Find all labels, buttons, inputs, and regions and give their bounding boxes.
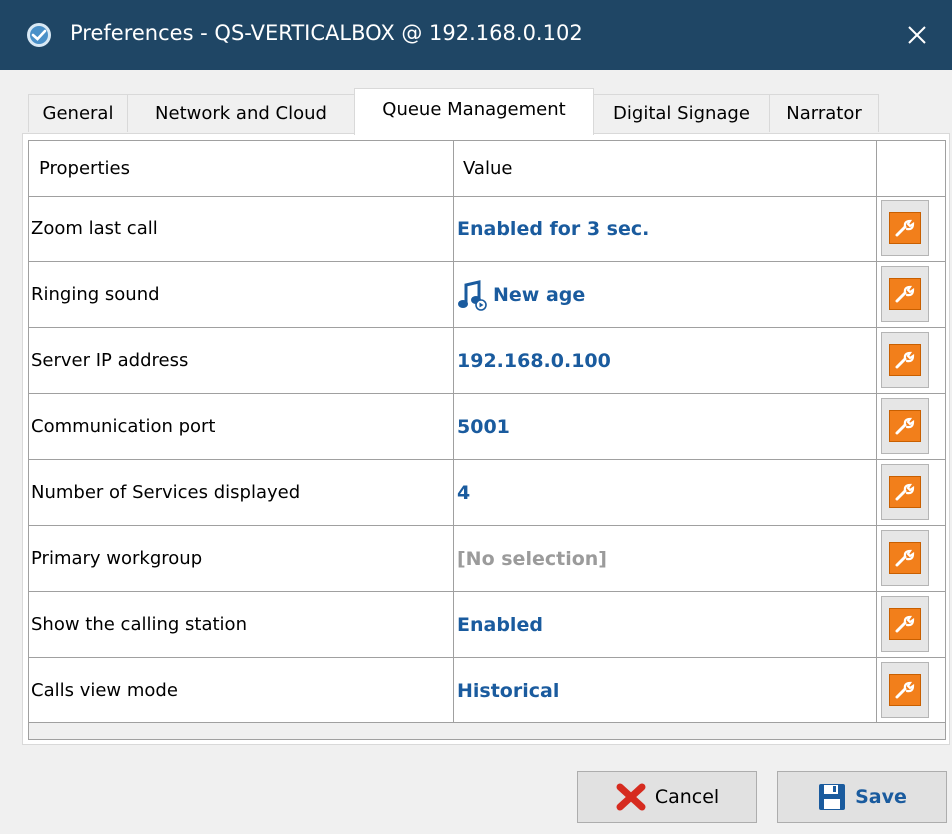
wrench-icon: [895, 219, 915, 237]
edit-button[interactable]: [881, 266, 929, 322]
save-button[interactable]: Save: [777, 771, 947, 823]
property-name: Communication port: [31, 416, 216, 437]
property-name: Show the calling station: [31, 614, 247, 635]
table-row[interactable]: Calls view mode Historical: [29, 658, 945, 724]
property-value: Enabled for 3 sec.: [457, 217, 650, 240]
tab-label: Narrator: [786, 103, 862, 124]
edit-button[interactable]: [881, 200, 929, 256]
tab-digital-signage[interactable]: Digital Signage: [593, 94, 770, 132]
horizontal-scrollbar[interactable]: [29, 722, 945, 739]
tab-narrator[interactable]: Narrator: [769, 94, 879, 132]
close-button[interactable]: [882, 0, 952, 70]
property-value: Historical: [457, 679, 560, 702]
wrench-icon: [895, 483, 915, 501]
edit-button[interactable]: [881, 596, 929, 652]
edit-button[interactable]: [881, 530, 929, 586]
property-grid: Properties Value Zoom last call Enabled …: [28, 140, 946, 740]
wrench-icon: [895, 615, 915, 633]
table-row[interactable]: Zoom last call Enabled for 3 sec.: [29, 196, 945, 262]
property-name: Server IP address: [31, 350, 189, 371]
wrench-icon: [895, 549, 915, 567]
tab-label: Digital Signage: [613, 103, 750, 124]
tab-general[interactable]: General: [28, 94, 128, 132]
window-title: Preferences - QS-VERTICALBOX @ 192.168.0…: [70, 21, 583, 45]
property-name: Zoom last call: [31, 218, 158, 239]
edit-button[interactable]: [881, 332, 929, 388]
close-icon: [908, 26, 926, 44]
wrench-icon: [895, 351, 915, 369]
table-row[interactable]: Number of Services displayed 4: [29, 460, 945, 526]
properties-column-header: Properties: [39, 158, 130, 179]
window-left-border: [0, 70, 10, 834]
music-note-icon: [458, 279, 487, 311]
property-name: Calls view mode: [31, 680, 178, 701]
property-name: Ringing sound: [31, 284, 160, 305]
floppy-disk-icon: [819, 784, 846, 810]
edit-button[interactable]: [881, 398, 929, 454]
wrench-icon: [895, 285, 915, 303]
value-column-header: Value: [463, 158, 513, 179]
property-name: Number of Services displayed: [31, 482, 301, 503]
property-value: 5001: [457, 415, 510, 438]
grid-header: Properties Value: [29, 141, 945, 197]
wrench-icon: [895, 681, 915, 699]
property-value: Enabled: [457, 613, 543, 636]
red-x-icon: [616, 783, 646, 811]
tab-queue-management[interactable]: Queue Management: [354, 88, 594, 135]
table-row[interactable]: Ringing sound New age: [29, 262, 945, 328]
cancel-button[interactable]: Cancel: [577, 771, 757, 823]
property-value: [No selection]: [457, 547, 607, 570]
edit-button[interactable]: [881, 662, 929, 718]
tab-label: Queue Management: [382, 98, 566, 120]
app-logo-icon: [27, 23, 51, 47]
table-row[interactable]: Server IP address 192.168.0.100: [29, 328, 945, 394]
save-label: Save: [855, 786, 907, 808]
table-row[interactable]: Communication port 5001: [29, 394, 945, 460]
property-value-container: New age: [457, 262, 877, 327]
property-name: Primary workgroup: [31, 548, 203, 569]
property-value: 4: [457, 481, 471, 504]
edit-button[interactable]: [881, 464, 929, 520]
tab-network-and-cloud[interactable]: Network and Cloud: [127, 94, 355, 132]
window-titlebar: Preferences - QS-VERTICALBOX @ 192.168.0…: [0, 0, 952, 70]
tab-label: General: [42, 103, 114, 124]
table-row[interactable]: Primary workgroup [No selection]: [29, 526, 945, 592]
table-row[interactable]: Show the calling station Enabled: [29, 592, 945, 658]
wrench-icon: [895, 417, 915, 435]
cancel-label: Cancel: [654, 786, 720, 808]
property-value: New age: [493, 283, 586, 306]
property-value: 192.168.0.100: [457, 349, 611, 372]
tab-label: Network and Cloud: [155, 103, 327, 124]
